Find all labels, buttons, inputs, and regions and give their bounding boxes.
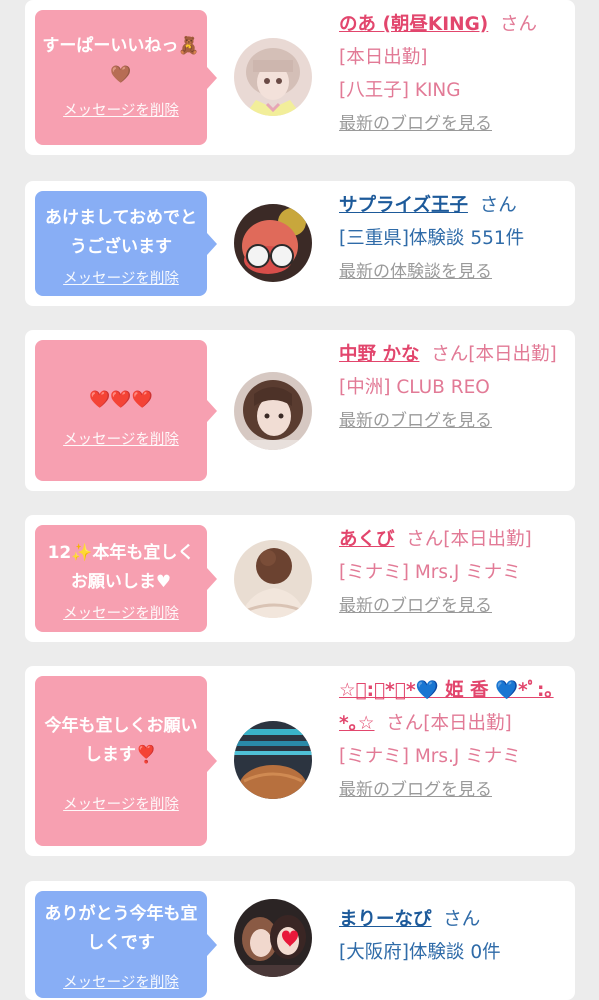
avatar-photo-girl xyxy=(234,372,312,450)
review-count: [大阪府]体験談 0件 xyxy=(339,942,501,963)
delete-message-link[interactable]: メッセージを削除 xyxy=(35,102,207,120)
shop-label: [ミナミ] Mrs.J ミナミ xyxy=(339,562,521,583)
avatar[interactable] xyxy=(234,372,312,450)
profile-name-link[interactable]: のあ (朝昼KING) xyxy=(339,14,488,35)
message-bubble: 12✨本年も宜しくお願いしま♥ メッセージを削除 xyxy=(35,525,217,632)
honorific: さん xyxy=(386,713,424,734)
honorific: さん xyxy=(443,909,481,930)
message-card: あけましておめでとうございます メッセージを削除 サプライズ王子 さん [三重県… xyxy=(25,181,575,306)
delete-message-link[interactable]: メッセージを削除 xyxy=(35,974,207,992)
avatar[interactable] xyxy=(234,540,312,618)
latest-blog-link[interactable]: 最新のブログを見る xyxy=(339,591,567,616)
message-bubble: ❤️❤️❤️ メッセージを削除 xyxy=(35,340,217,481)
profile-info: ☆ﾟ:｡*｡*💙 姫 香 💙*ﾟ:｡*｡☆ さん[本日出勤] [ミナミ] Mrs… xyxy=(339,674,567,800)
message-text: すーぱーいいねっ🧸🤎 xyxy=(42,36,200,85)
message-card: 12✨本年も宜しくお願いしま♥ メッセージを削除 あくび さん[本日出勤] [ミ… xyxy=(25,515,575,642)
work-status: [本日出勤] xyxy=(423,713,512,734)
honorific: さん xyxy=(431,344,469,365)
avatar-photo-back xyxy=(234,540,312,618)
honorific: さん xyxy=(406,529,444,550)
delete-message-link[interactable]: メッセージを削除 xyxy=(35,605,207,623)
message-text: ❤️❤️❤️ xyxy=(89,390,153,410)
avatar[interactable] xyxy=(234,721,312,799)
work-status: [本日出勤] xyxy=(339,47,428,68)
profile-name-link[interactable]: 中野 かな xyxy=(339,344,419,365)
message-text: ありがとう今年も宜しくです xyxy=(44,904,198,953)
message-text: 今年も宜しくお願いします❣️ xyxy=(44,716,198,765)
avatar-photo-hair xyxy=(234,721,312,799)
shop-label: [八王子] KING xyxy=(339,80,461,101)
message-card: ありがとう今年も宜しくです メッセージを削除 まりーなぴ さん [大阪府]体験談… xyxy=(25,881,575,1000)
profile-name-link[interactable]: サプライズ王子 xyxy=(339,195,468,216)
avatar-photo-two-girls xyxy=(234,899,312,977)
avatar[interactable] xyxy=(234,204,312,282)
profile-name-link[interactable]: あくび xyxy=(339,529,395,550)
work-status: [本日出勤] xyxy=(443,529,532,550)
profile-info: 中野 かな さん[本日出勤] [中洲] CLUB REO 最新のブログを見る xyxy=(339,338,567,431)
latest-blog-link[interactable]: 最新のブログを見る xyxy=(339,775,567,800)
message-bubble: ありがとう今年も宜しくです メッセージを削除 xyxy=(35,891,217,998)
avatar-photo-girl-bangs xyxy=(234,38,312,116)
profile-name-link[interactable]: まりーなぴ xyxy=(339,909,432,930)
work-status: [本日出勤] xyxy=(468,344,557,365)
message-text: あけましておめでとうございます xyxy=(45,208,197,257)
message-card: ❤️❤️❤️ メッセージを削除 中野 かな さん[本日出勤] [中洲] CLUB… xyxy=(25,330,575,491)
message-text: 12✨本年も宜しくお願いしま♥ xyxy=(47,543,195,592)
profile-info: まりーなぴ さん [大阪府]体験談 0件 xyxy=(339,903,567,969)
latest-review-link[interactable]: 最新の体験談を見る xyxy=(339,257,567,282)
message-card: 今年も宜しくお願いします❣️ メッセージを削除 ☆ﾟ:｡*｡*💙 姫 香 💙*ﾟ… xyxy=(25,666,575,856)
honorific: さん xyxy=(500,14,538,35)
honorific: さん xyxy=(479,195,517,216)
latest-blog-link[interactable]: 最新のブログを見る xyxy=(339,109,567,134)
delete-message-link[interactable]: メッセージを削除 xyxy=(35,431,207,449)
profile-info: サプライズ王子 さん [三重県]体験談 551件 最新の体験談を見る xyxy=(339,189,567,282)
message-bubble: すーぱーいいねっ🧸🤎 メッセージを削除 xyxy=(35,10,217,145)
message-bubble: 今年も宜しくお願いします❣️ メッセージを削除 xyxy=(35,676,217,846)
delete-message-link[interactable]: メッセージを削除 xyxy=(35,796,207,814)
message-bubble: あけましておめでとうございます メッセージを削除 xyxy=(35,191,217,296)
review-count: [三重県]体験談 551件 xyxy=(339,228,525,249)
latest-blog-link[interactable]: 最新のブログを見る xyxy=(339,406,567,431)
shop-label: [ミナミ] Mrs.J ミナミ xyxy=(339,746,521,767)
shop-label: [中洲] CLUB REO xyxy=(339,377,490,398)
delete-message-link[interactable]: メッセージを削除 xyxy=(35,270,207,288)
profile-info: あくび さん[本日出勤] [ミナミ] Mrs.J ミナミ 最新のブログを見る xyxy=(339,523,567,616)
message-card: すーぱーいいねっ🧸🤎 メッセージを削除 のあ (朝昼KING) さん [本日出勤… xyxy=(25,0,575,155)
profile-info: のあ (朝昼KING) さん [本日出勤] [八王子] KING 最新のブログを… xyxy=(339,8,567,134)
avatar[interactable] xyxy=(234,38,312,116)
avatar-photo-sunglasses xyxy=(234,204,312,282)
avatar[interactable] xyxy=(234,899,312,977)
